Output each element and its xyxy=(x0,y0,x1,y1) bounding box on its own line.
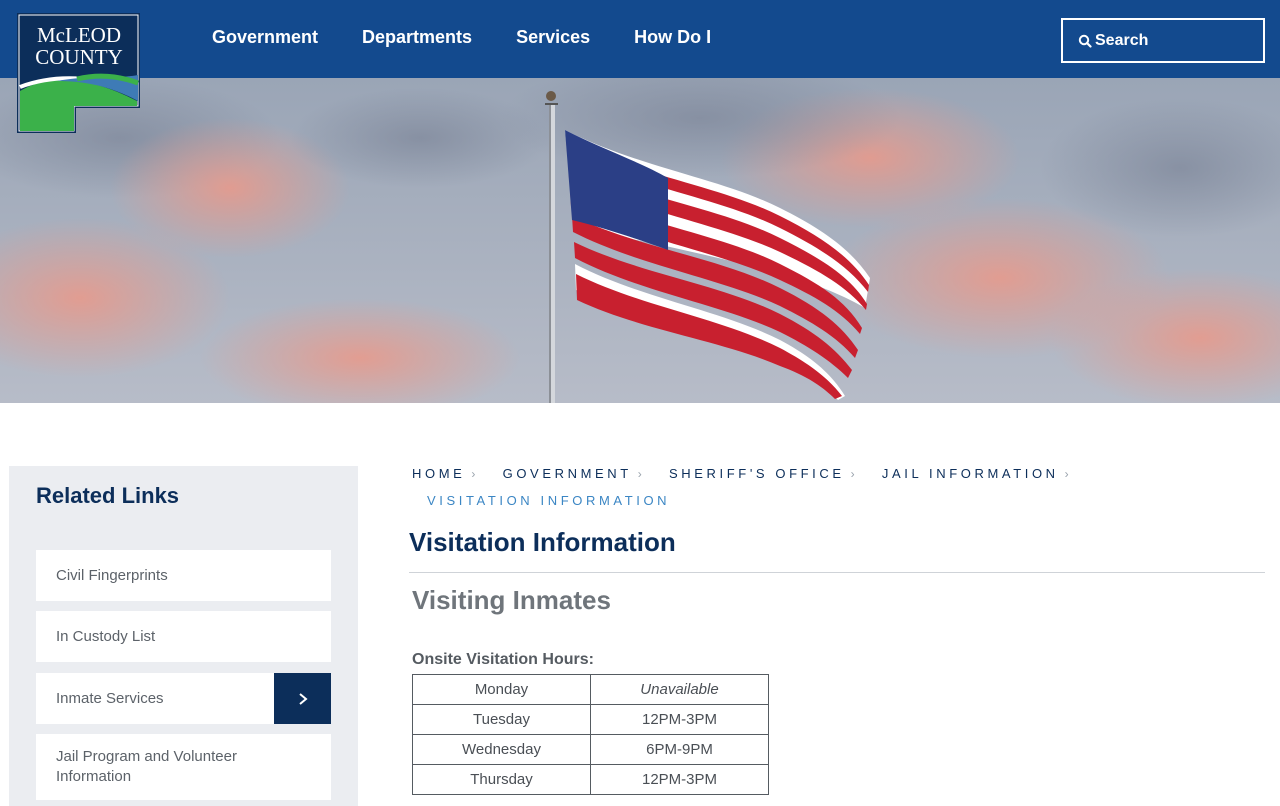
sidebar-item-label: Civil Fingerprints xyxy=(56,566,168,584)
breadcrumb-home[interactable]: HOME xyxy=(412,466,465,481)
breadcrumb-jail-information[interactable]: JAIL INFORMATION xyxy=(882,466,1059,481)
sidebar-item-label: Jail Program and Volunteer Information xyxy=(56,748,237,785)
sidebar-item-label: In Custody List xyxy=(56,627,156,645)
table-row: Wednesday 6PM-9PM xyxy=(412,734,769,765)
sidebar-item-civil-fingerprints[interactable]: Civil Fingerprints xyxy=(36,550,331,601)
time-cell: Unavailable xyxy=(590,674,769,705)
chevron-right-icon: › xyxy=(850,467,855,481)
page-title: Visitation Information xyxy=(409,527,676,557)
sidebar-title: Related Links xyxy=(36,483,180,508)
county-logo-graphic: McLEOD COUNTY xyxy=(17,13,140,133)
search-icon xyxy=(1078,34,1092,48)
hero-banner xyxy=(0,78,1280,403)
table-row: Thursday 12PM-3PM xyxy=(412,764,769,795)
site-header: Government Departments Services How Do I… xyxy=(0,0,1280,78)
search-label: Search xyxy=(1095,31,1149,49)
nav-government[interactable]: Government xyxy=(190,27,340,48)
main-nav: Government Departments Services How Do I xyxy=(190,0,733,74)
breadcrumb-government[interactable]: GOVERNMENT xyxy=(503,466,632,481)
section-subtitle: Visiting Inmates xyxy=(412,585,611,615)
visitation-hours-label: Onsite Visitation Hours: xyxy=(412,651,594,668)
table-row: Tuesday 12PM-3PM xyxy=(412,704,769,735)
time-cell: 6PM-9PM xyxy=(590,734,769,765)
breadcrumb-current: VISITATION INFORMATION xyxy=(427,493,671,508)
day-cell: Tuesday xyxy=(412,704,591,735)
chevron-right-icon xyxy=(298,692,308,705)
county-logo[interactable]: McLEOD COUNTY xyxy=(17,13,140,133)
table-row: Monday Unavailable xyxy=(412,674,769,705)
related-links-sidebar: Related Links Civil Fingerprints In Cust… xyxy=(9,466,358,806)
logo-line1: McLEOD xyxy=(37,23,121,47)
flag-hero-image xyxy=(0,78,1280,403)
chevron-right-icon: › xyxy=(1064,467,1069,481)
nav-how-do-i[interactable]: How Do I xyxy=(612,27,733,48)
search-button[interactable]: Search xyxy=(1061,18,1265,63)
expand-submenu-button[interactable] xyxy=(274,673,331,724)
day-cell: Wednesday xyxy=(412,734,591,765)
visitation-hours-table: Monday Unavailable Tuesday 12PM-3PM Wedn… xyxy=(412,674,769,795)
logo-line2: COUNTY xyxy=(35,45,123,69)
sidebar-item-jail-program[interactable]: Jail Program and Volunteer Information xyxy=(36,734,331,800)
time-cell: 12PM-3PM xyxy=(590,704,769,735)
chevron-right-icon: › xyxy=(471,467,476,481)
sidebar-item-in-custody-list[interactable]: In Custody List xyxy=(36,611,331,662)
day-cell: Monday xyxy=(412,674,591,705)
sidebar-item-inmate-services[interactable]: Inmate Services xyxy=(36,673,331,724)
title-divider xyxy=(409,572,1265,573)
nav-services[interactable]: Services xyxy=(494,27,612,48)
sidebar-item-label: Inmate Services xyxy=(56,689,164,707)
time-cell: 12PM-3PM xyxy=(590,764,769,795)
breadcrumb-sheriffs-office[interactable]: SHERIFF'S OFFICE xyxy=(669,466,845,481)
chevron-right-icon: › xyxy=(637,467,642,481)
nav-departments[interactable]: Departments xyxy=(340,27,494,48)
day-cell: Thursday xyxy=(412,764,591,795)
